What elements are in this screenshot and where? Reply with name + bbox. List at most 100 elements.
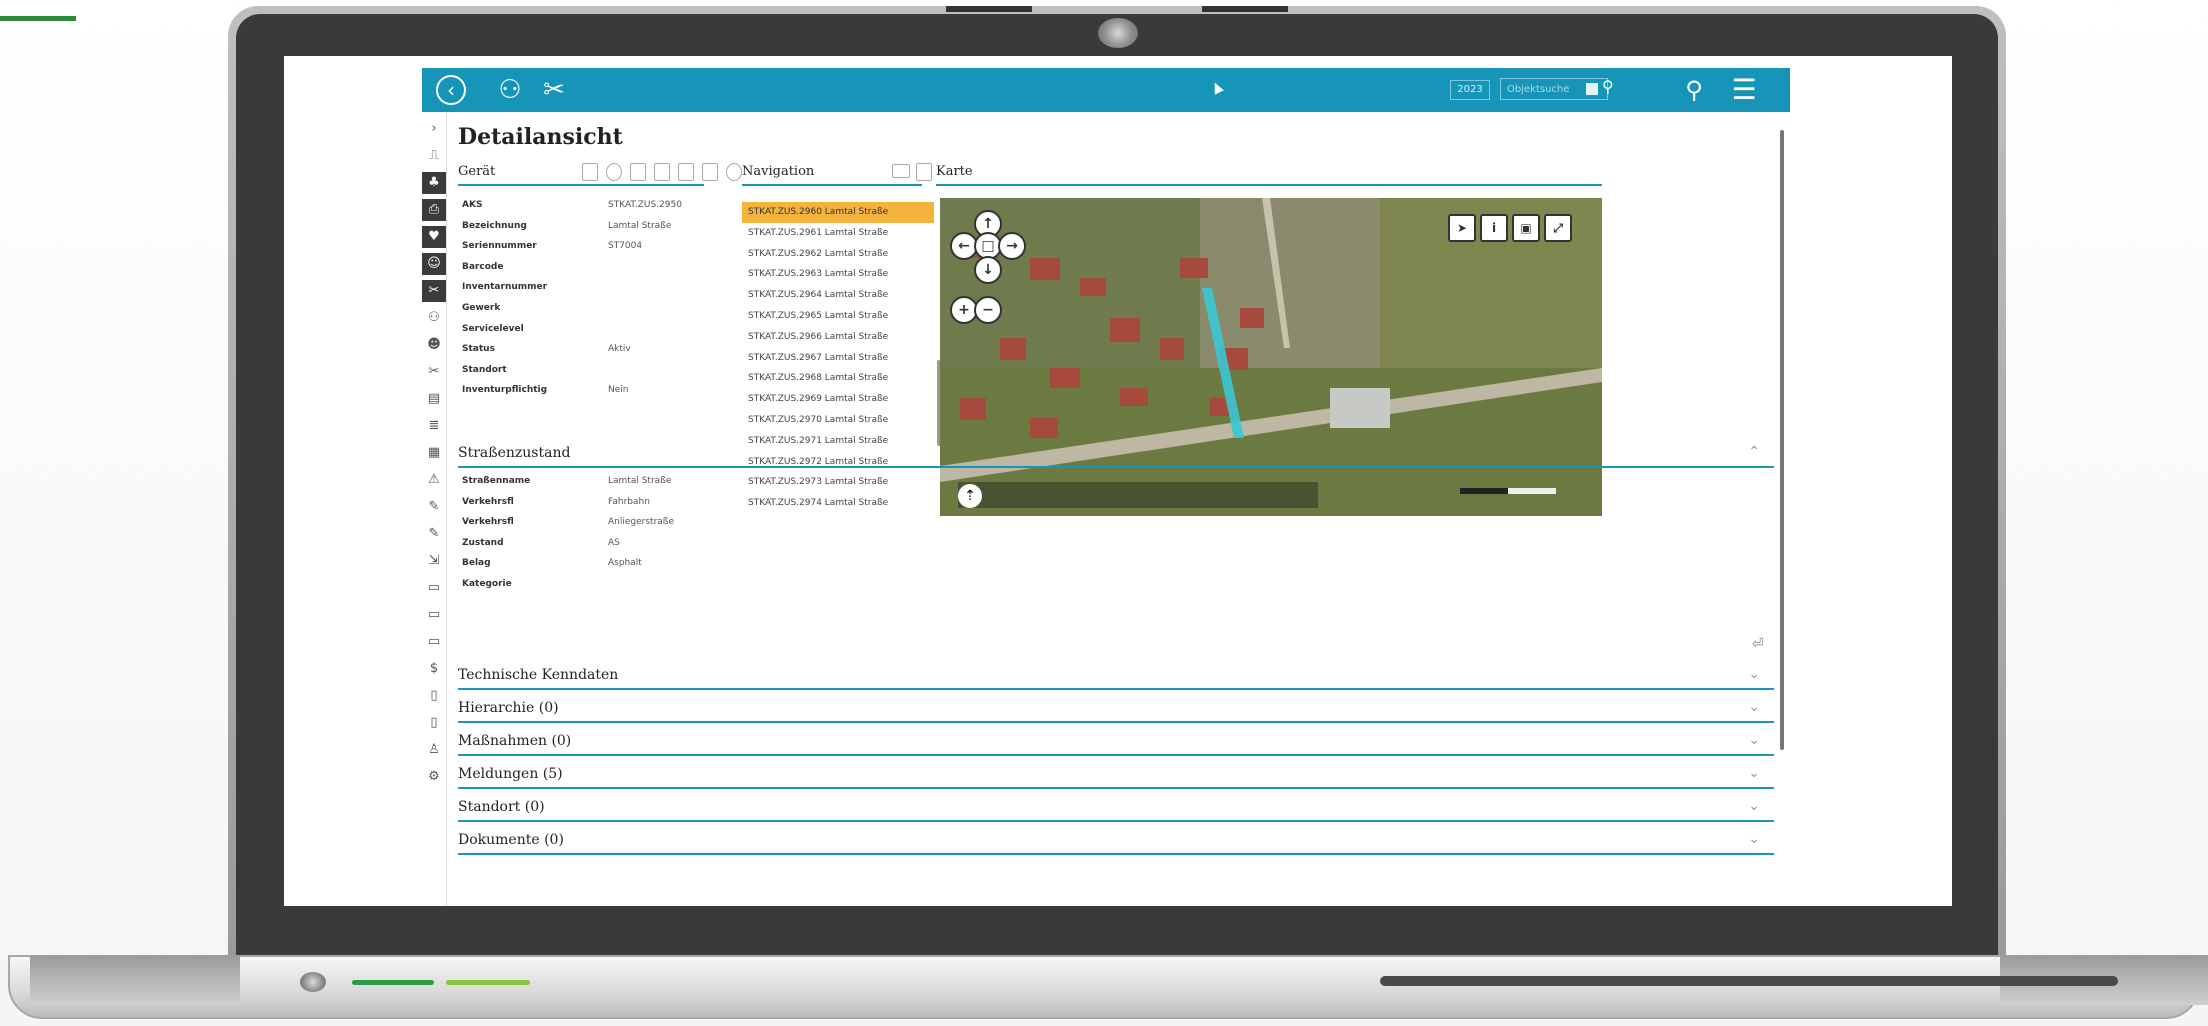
page-scrollbar[interactable] <box>1778 112 1786 906</box>
field-label: Zustand <box>462 537 504 548</box>
heart-icon[interactable]: ♥ <box>422 226 446 248</box>
navigation-item[interactable]: STKAT.ZUS.2970 Lamtal Straße <box>742 410 934 431</box>
add-device-icon[interactable] <box>582 163 598 181</box>
gear-icon[interactable]: ⚙ <box>422 766 446 788</box>
accordion-section[interactable]: Maßnahmen (0) ⌄ <box>458 726 1774 756</box>
navigation-item[interactable]: STKAT.ZUS.2963 Lamtal Straße <box>742 264 934 285</box>
field-label: Verkehrsfl <box>462 517 514 528</box>
navigation-item[interactable]: STKAT.ZUS.2973 Lamtal Straße <box>742 472 934 493</box>
report-icon[interactable]: ▯ <box>422 685 446 707</box>
pan-right-icon[interactable]: → <box>998 232 1026 260</box>
document-icon[interactable]: ▭ <box>422 631 446 653</box>
field-label: Kategorie <box>462 579 512 589</box>
user-icon[interactable]: ♙ <box>422 739 446 761</box>
chevron-down-icon[interactable]: ⌄ <box>1748 765 1760 781</box>
zoom-out-icon[interactable]: − <box>974 296 1002 324</box>
search-icon[interactable]: ⚲ <box>1602 77 1614 96</box>
laptop-screen: ‹ ⚇ ✂ 2023 Objektsuche ⚲ ⚲ ☰ › ⎍ ♣ ⎙ ♥ ☺ ✂ ⚇ ☻ ✂ ▤… <box>284 56 1952 906</box>
arrow-icon[interactable]: › <box>422 118 446 140</box>
edit-icon[interactable]: ✎ <box>422 496 446 518</box>
document-icon[interactable]: ▭ <box>422 577 446 599</box>
navigation-item[interactable]: STKAT.ZUS.2965 Lamtal Straße <box>742 306 934 327</box>
back-icon[interactable]: ‹ <box>436 75 466 105</box>
layers-icon[interactable]: ▣ <box>1512 214 1540 242</box>
navigation-item[interactable]: STKAT.ZUS.2974 Lamtal Straße <box>742 493 934 514</box>
laptop-hinge <box>30 955 240 1005</box>
chevron-down-icon[interactable]: ⌄ <box>1748 831 1760 847</box>
asset-icon[interactable]: ▤ <box>422 388 446 410</box>
navigation-item[interactable]: STKAT.ZUS.2975 Lamtal Straße <box>742 514 934 518</box>
export-icon[interactable]: ⇲ <box>422 550 446 572</box>
report-icon[interactable]: ▯ <box>422 712 446 734</box>
field-label: Seriennummer <box>462 241 537 252</box>
barcode-icon[interactable] <box>1586 83 1598 95</box>
field-label: Inventurpflichtig <box>462 385 548 396</box>
doc-icon[interactable]: ▦ <box>422 442 446 464</box>
navigation-item[interactable]: STKAT.ZUS.2969 Lamtal Straße <box>742 389 934 410</box>
edit-icon[interactable]: ✎ <box>422 523 446 545</box>
edit-icon[interactable] <box>702 163 718 181</box>
person-icon[interactable] <box>606 163 622 181</box>
field-label: Straßenname <box>462 476 531 486</box>
navigation-item[interactable]: STKAT.ZUS.2962 Lamtal Straße <box>742 244 934 265</box>
pan-down-icon[interactable]: ↓ <box>974 256 1002 284</box>
copy-icon[interactable] <box>630 163 646 181</box>
document-icon[interactable] <box>654 163 670 181</box>
navigation-item[interactable]: STKAT.ZUS.2961 Lamtal Straße <box>742 223 934 244</box>
accordion-section[interactable]: Meldungen (5) ⌄ <box>458 759 1774 789</box>
lid-tab <box>946 6 1032 12</box>
power-button-icon <box>300 972 326 992</box>
navigation-item[interactable]: STKAT.ZUS.2964 Lamtal Straße <box>742 285 934 306</box>
fullscreen-icon[interactable]: ⤢ <box>1544 214 1572 242</box>
scroll-thumb[interactable] <box>1780 130 1784 750</box>
chevron-down-icon[interactable]: ⌄ <box>1748 798 1760 814</box>
settings-icon[interactable] <box>726 163 742 181</box>
navigation-item[interactable]: STKAT.ZUS.2960 Lamtal Straße <box>742 202 934 223</box>
chevron-up-icon[interactable]: ⌃ <box>1748 444 1760 460</box>
field-label: Servicelevel <box>462 323 524 334</box>
printer-icon[interactable]: ⎙ <box>422 199 446 221</box>
document-search-icon[interactable] <box>916 163 932 181</box>
map-view[interactable]: ↑ ← □ → ↓ + − ➤ i ▣ ⤢ ⇡ <box>940 198 1602 516</box>
folder-icon[interactable] <box>892 164 910 178</box>
navigation-item[interactable]: STKAT.ZUS.2966 Lamtal Straße <box>742 327 934 348</box>
tree-icon[interactable]: ♣ <box>422 172 446 194</box>
document-icon[interactable]: ▭ <box>422 604 446 626</box>
accordion-section[interactable]: Hierarchie (0) ⌄ <box>458 693 1774 723</box>
chevron-down-icon[interactable]: ⌄ <box>1748 732 1760 748</box>
accordion-section[interactable]: Standort (0) ⌄ <box>458 792 1774 822</box>
field-value: Lamtal Straße <box>608 220 672 231</box>
aerial-map <box>940 198 1602 516</box>
hierarchy-icon[interactable]: ⚇ <box>494 74 526 106</box>
plan-icon[interactable]: ⎍ <box>422 145 446 167</box>
navigation-item[interactable]: STKAT.ZUS.2967 Lamtal Straße <box>742 348 934 369</box>
accordion-section[interactable]: Technische Kenndaten ⌄ <box>458 660 1774 690</box>
tools-icon[interactable]: ✂ <box>422 361 446 383</box>
strassenzustand-header[interactable]: Straßenzustand ⌃ <box>458 438 1774 468</box>
file-icon[interactable] <box>678 163 694 181</box>
menu-icon[interactable]: ☰ <box>1728 74 1760 106</box>
info-icon[interactable]: i <box>1480 214 1508 242</box>
list-icon[interactable]: ≣ <box>422 415 446 437</box>
chevron-down-icon[interactable]: ⌄ <box>1748 699 1760 715</box>
coins-icon[interactable]: $ <box>422 658 446 680</box>
year-selector[interactable]: 2023 <box>1450 80 1490 100</box>
locate-icon[interactable]: ➤ <box>1448 214 1476 242</box>
person-icon[interactable]: ☺ <box>422 253 446 275</box>
tools-icon[interactable]: ✂ <box>422 280 446 302</box>
warning-icon[interactable]: ⚠ <box>422 469 446 491</box>
field-value: ST7004 <box>608 241 643 252</box>
hierarchy-icon[interactable]: ⚇ <box>422 307 446 329</box>
karte-title: Karte <box>936 164 973 179</box>
navigation-item[interactable]: STKAT.ZUS.2968 Lamtal Straße <box>742 368 934 389</box>
field-value: Fahrbahn <box>608 496 650 507</box>
chevron-down-icon[interactable]: ⌄ <box>1748 666 1760 682</box>
people-icon[interactable]: ☻ <box>422 334 446 356</box>
return-icon[interactable]: ⏎ <box>1752 636 1764 652</box>
field-label: Gewerk <box>462 303 501 313</box>
advanced-search-icon[interactable]: ⚲ <box>1678 74 1710 106</box>
lid-tab <box>1202 6 1288 12</box>
tools-icon[interactable]: ✂ <box>538 74 570 106</box>
accordion-section[interactable]: Dokumente (0) ⌄ <box>458 825 1774 855</box>
field-label: Inventarnummer <box>462 282 548 293</box>
